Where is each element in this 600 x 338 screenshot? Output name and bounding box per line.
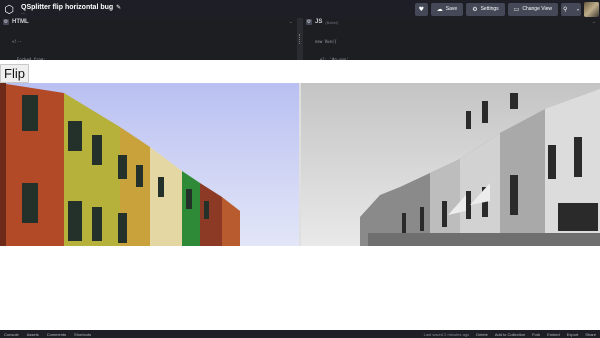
html-settings-icon[interactable]: ⚙ <box>3 19 9 25</box>
fork-link[interactable]: Fork <box>532 332 540 337</box>
share-link[interactable]: Share <box>585 332 596 337</box>
comments-tab[interactable]: Comments <box>47 332 66 337</box>
splitter-image-comparison[interactable] <box>0 83 600 246</box>
html-editor-collapse-icon[interactable]: ⌄ <box>289 19 294 25</box>
shortcuts-tab[interactable]: Shortcuts <box>74 332 91 337</box>
js-editor-pane[interactable]: ⚙ JS (Babel) ⌄ new Vue({ el: '#q-app', d… <box>303 18 600 116</box>
settings-button[interactable]: ⚙ Settings <box>466 2 505 16</box>
layout-icon: ▭ <box>513 5 520 13</box>
delete-link[interactable]: Delete <box>476 332 488 337</box>
result-preview: Flip <box>0 60 600 330</box>
js-editor-header: ⚙ JS (Babel) <box>303 18 600 26</box>
heart-button[interactable]: ♥ <box>414 2 428 16</box>
flip-button[interactable]: Flip <box>0 64 29 83</box>
js-preprocessor-label: (Babel) <box>325 19 339 25</box>
cloud-icon: ☁ <box>436 5 443 13</box>
codepen-window: ⬡ QSplitter flip horizontal bug ✎ — ♥ ☁ … <box>0 0 600 338</box>
js-settings-icon[interactable]: ⚙ <box>306 19 312 25</box>
heart-icon: ♥ <box>418 5 424 13</box>
pen-title[interactable]: QSplitter flip horizontal bug <box>21 4 113 11</box>
assets-tab[interactable]: Assets <box>27 332 39 337</box>
user-avatar[interactable] <box>584 1 599 17</box>
export-link[interactable]: Export <box>567 332 579 337</box>
header-actions: ♥ ☁ Save ⚙ Settings ▭ Change View ⚲ ▾ <box>414 0 600 18</box>
save-button[interactable]: ☁ Save <box>430 2 464 16</box>
pin-menu-button[interactable]: ⚲ ▾ <box>561 2 581 16</box>
console-tab[interactable]: Console <box>4 332 19 337</box>
js-editor-collapse-icon[interactable]: ⌄ <box>592 19 597 25</box>
codepen-logo-icon[interactable]: ⬡ <box>0 0 18 18</box>
splitter-photo <box>0 83 600 246</box>
title-block: QSplitter flip horizontal bug ✎ — <box>21 0 121 18</box>
change-view-label: Change View <box>522 6 552 12</box>
last-saved-text: Last saved 2 minutes ago <box>423 331 470 337</box>
pen-author: — <box>21 9 25 15</box>
header-bar: ⬡ QSplitter flip horizontal bug ✎ — ♥ ☁ … <box>0 0 600 18</box>
settings-label: Settings <box>480 6 499 12</box>
js-editor-title: JS <box>315 19 323 25</box>
html-code-line: <!-- <box>12 39 22 44</box>
save-label: Save <box>445 6 458 12</box>
pin-icon: ⚲ <box>563 5 568 13</box>
html-editor-header: ⚙ HTML <box>0 18 297 26</box>
editor-area: ⚙ HTML ⌄ <!-- Forked from: https://quasa… <box>0 18 600 116</box>
gear-icon: ⚙ <box>472 5 478 13</box>
chevron-down-icon: ▾ <box>576 6 579 12</box>
status-bar: Console Assets Comments Shortcuts Last s… <box>0 330 600 338</box>
js-code-line: new Vue({ <box>315 39 337 44</box>
html-editor-title: HTML <box>12 19 29 25</box>
pencil-icon[interactable]: ✎ <box>116 4 121 11</box>
add-to-collection-link[interactable]: Add to Collection <box>495 332 525 337</box>
embed-link[interactable]: Embed <box>547 332 560 337</box>
html-editor-pane[interactable]: ⚙ HTML ⌄ <!-- Forked from: https://quasa… <box>0 18 297 116</box>
change-view-button[interactable]: ▭ Change View <box>507 2 558 16</box>
